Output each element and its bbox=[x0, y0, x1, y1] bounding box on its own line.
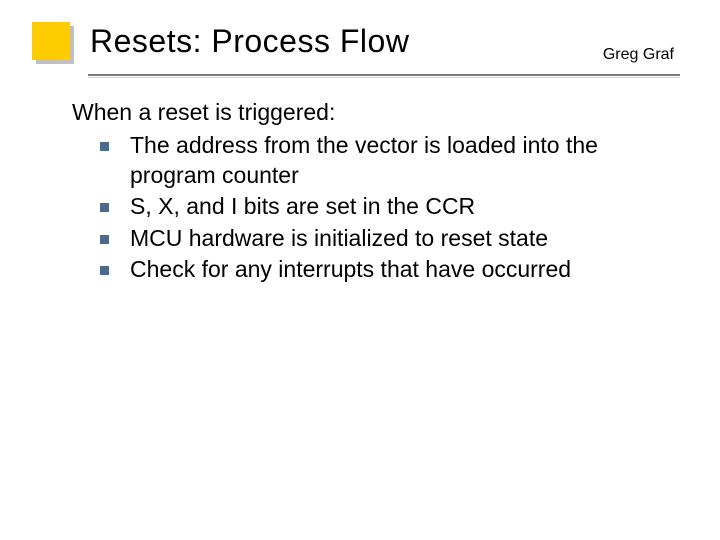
author-name: Greg Graf bbox=[603, 46, 674, 64]
bullet-square-icon bbox=[100, 266, 109, 275]
list-item-text: MCU hardware is initialized to reset sta… bbox=[130, 225, 548, 251]
slide: Resets: Process Flow Greg Graf When a re… bbox=[0, 0, 720, 540]
bullet-list: The address from the vector is loaded in… bbox=[100, 131, 680, 284]
slide-title: Resets: Process Flow bbox=[90, 22, 409, 59]
accent-square-icon bbox=[32, 22, 70, 60]
bullet-square-icon bbox=[100, 203, 109, 212]
title-underline bbox=[88, 74, 680, 76]
list-item-text: Check for any interrupts that have occur… bbox=[130, 256, 571, 282]
list-item: MCU hardware is initialized to reset sta… bbox=[100, 224, 680, 253]
list-item: S, X, and I bits are set in the CCR bbox=[100, 192, 680, 221]
bullet-square-icon bbox=[100, 142, 109, 151]
title-block: Resets: Process Flow bbox=[32, 22, 409, 60]
list-item-text: S, X, and I bits are set in the CCR bbox=[130, 193, 475, 219]
list-item: The address from the vector is loaded in… bbox=[100, 131, 680, 190]
bullet-square-icon bbox=[100, 235, 109, 244]
lead-text: When a reset is triggered: bbox=[72, 98, 680, 127]
list-item: Check for any interrupts that have occur… bbox=[100, 255, 680, 284]
list-item-text: The address from the vector is loaded in… bbox=[130, 132, 598, 187]
body-content: When a reset is triggered: The address f… bbox=[72, 98, 680, 287]
